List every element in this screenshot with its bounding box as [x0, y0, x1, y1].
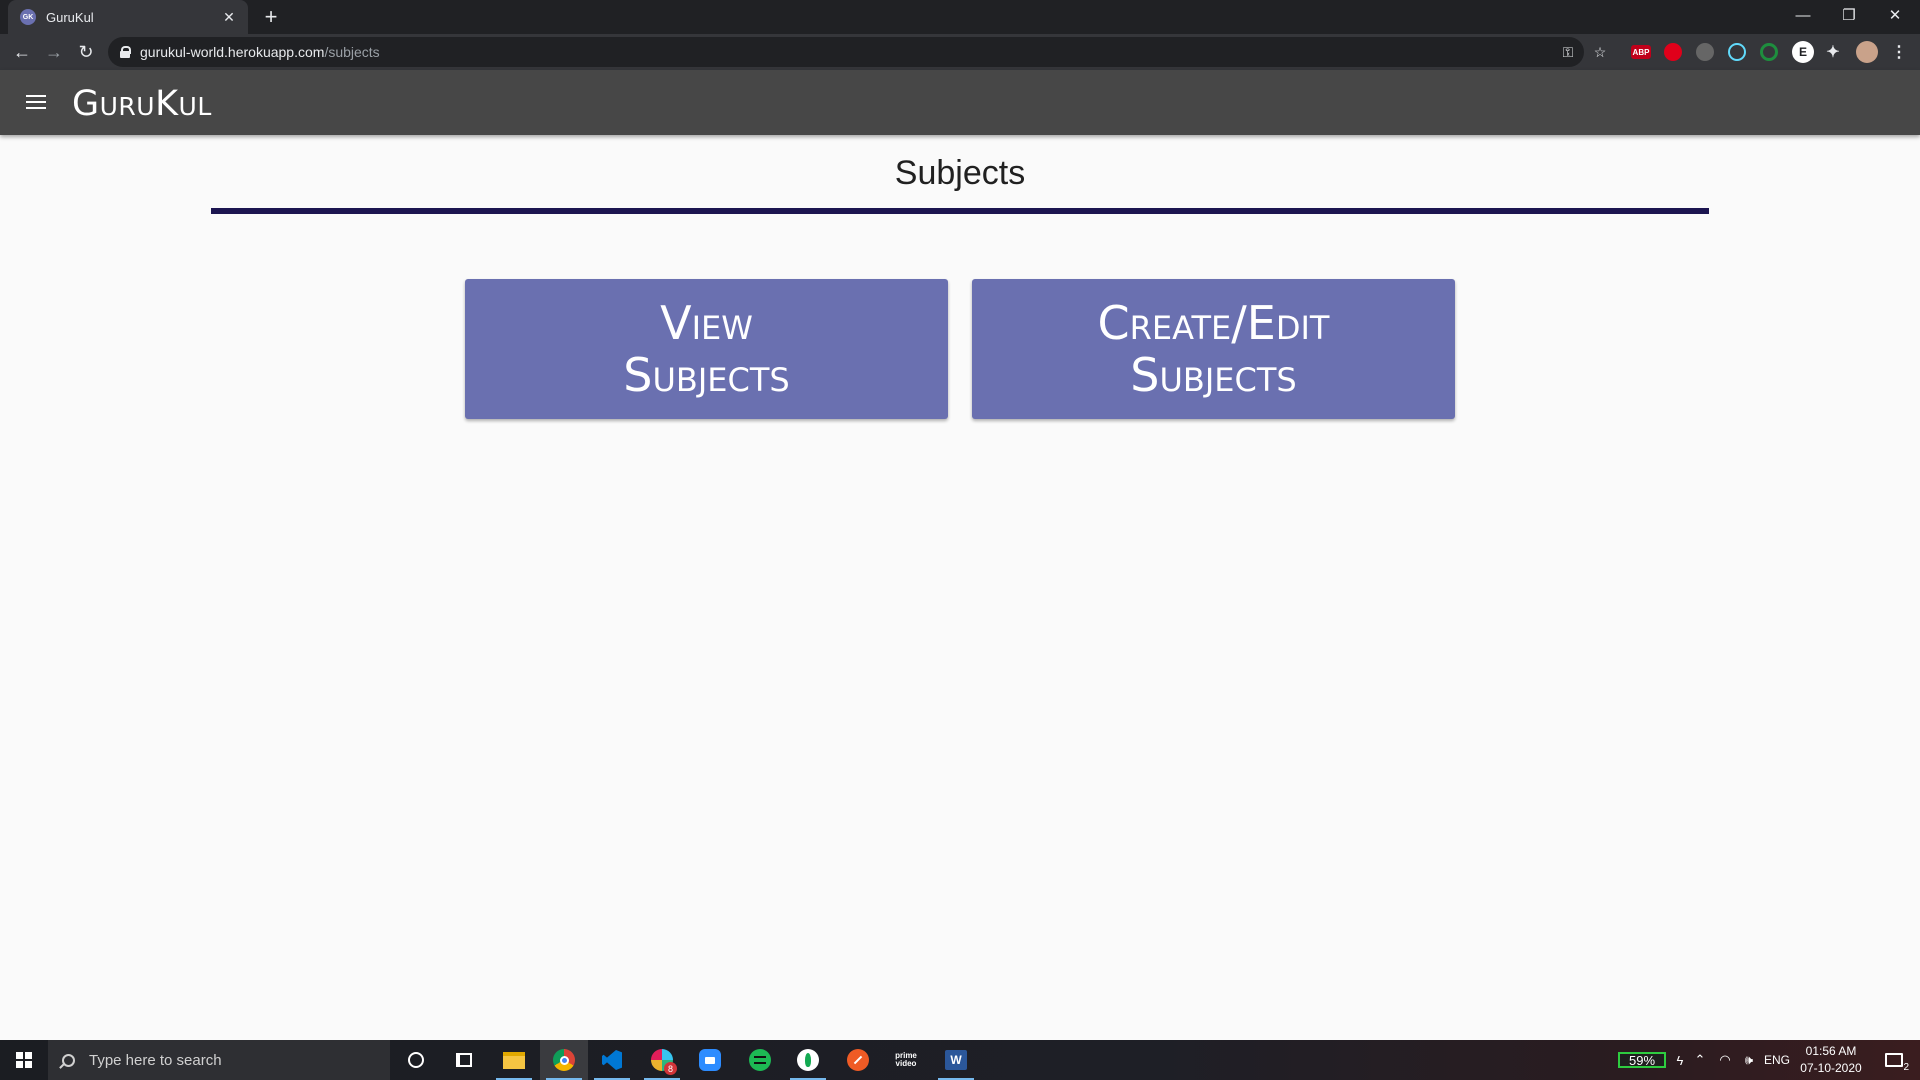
notification-center-icon[interactable]: 2	[1874, 1040, 1914, 1080]
app-bar: GuruKul	[0, 70, 1920, 135]
url-path: /subjects	[324, 44, 380, 60]
task-view-icon[interactable]	[440, 1040, 488, 1080]
bookmark-star-icon[interactable]: ☆	[1592, 44, 1608, 60]
brand-logo[interactable]: GuruKul	[72, 84, 212, 124]
page-title: Subjects	[894, 154, 1026, 192]
new-tab-icon[interactable]: +	[258, 4, 284, 30]
view-subjects-label-line1: View	[660, 296, 753, 350]
reload-icon[interactable]: ↻	[72, 38, 100, 66]
lock-icon[interactable]	[120, 46, 131, 58]
profile-avatar[interactable]	[1856, 41, 1878, 63]
adblock-plus-icon[interactable]: ABP	[1631, 45, 1651, 59]
hamburger-menu-icon[interactable]	[26, 95, 46, 109]
volume-icon[interactable]: 🕪	[1738, 1040, 1760, 1080]
forward-icon[interactable]: →	[40, 38, 68, 66]
search-icon	[62, 1053, 75, 1067]
postman-icon[interactable]	[834, 1040, 882, 1080]
back-icon[interactable]: ←	[8, 38, 36, 66]
prime-video-icon[interactable]: prime video	[882, 1040, 930, 1080]
cortana-icon[interactable]	[392, 1040, 440, 1080]
gray-extension-icon[interactable]	[1696, 43, 1714, 61]
create-edit-subjects-label-line1: Create/Edit	[1097, 296, 1330, 350]
clock-date: 07-10-2020	[1800, 1061, 1862, 1075]
vscode-icon[interactable]	[588, 1040, 636, 1080]
close-tab-icon[interactable]: ✕	[220, 8, 238, 26]
title-divider	[211, 208, 1709, 214]
word-icon[interactable]: W	[932, 1040, 980, 1080]
slack-icon[interactable]: 8	[638, 1040, 686, 1080]
red-extension-icon[interactable]	[1664, 43, 1682, 61]
notification-count: 2	[1903, 1062, 1909, 1073]
restore-icon[interactable]: ❐	[1826, 0, 1872, 30]
e-extension-icon[interactable]: E	[1792, 41, 1814, 63]
url-host: gurukul-world.herokuapp.com	[140, 44, 325, 60]
language-indicator[interactable]: ENG	[1762, 1040, 1792, 1080]
slack-badge: 8	[664, 1062, 677, 1075]
react-devtools-icon[interactable]	[1728, 43, 1746, 61]
chrome-menu-icon[interactable]: ⋮	[1890, 43, 1908, 61]
start-button[interactable]	[0, 1040, 48, 1080]
tab-title: GuruKul	[46, 9, 94, 25]
charging-icon: ϟ	[1676, 1052, 1684, 1068]
view-subjects-button[interactable]: View Subjects	[465, 279, 948, 419]
file-explorer-icon[interactable]	[490, 1040, 538, 1080]
search-placeholder: Type here to search	[89, 1051, 222, 1069]
browser-tab-strip: GK GuruKul ✕ + — ❐ ✕	[0, 0, 1920, 34]
gurukul-favicon-icon: GK	[20, 9, 36, 25]
address-bar[interactable]: gurukul-world.herokuapp.com/subjects ⚿ ☆	[108, 37, 1606, 67]
taskbar-search-box[interactable]: Type here to search	[48, 1040, 390, 1080]
zoom-icon[interactable]	[686, 1040, 734, 1080]
extensions-puzzle-icon[interactable]: ✦	[1824, 43, 1842, 61]
windows-taskbar: Type here to search 8 prime video W 59% …	[0, 1040, 1920, 1080]
view-subjects-label-line2: Subjects	[623, 348, 790, 402]
wifi-icon[interactable]: ◠	[1714, 1040, 1736, 1080]
chrome-icon[interactable]	[540, 1040, 588, 1080]
spotify-icon[interactable]	[736, 1040, 784, 1080]
green-extension-icon[interactable]	[1760, 43, 1778, 61]
browser-tab[interactable]: GK GuruKul ✕	[8, 0, 248, 34]
create-edit-subjects-label-line2: Subjects	[1130, 348, 1297, 402]
show-hidden-icons-chevron-icon[interactable]: ⌃	[1690, 1040, 1710, 1080]
battery-indicator[interactable]: 59%	[1618, 1052, 1666, 1068]
windows-logo-icon	[16, 1052, 32, 1068]
mongodb-icon[interactable]	[784, 1040, 832, 1080]
create-edit-subjects-button[interactable]: Create/Edit Subjects	[972, 279, 1455, 419]
taskbar-clock[interactable]: 01:56 AM 07-10-2020	[1794, 1043, 1868, 1077]
minimize-icon[interactable]: —	[1780, 0, 1826, 30]
close-window-icon[interactable]: ✕	[1872, 0, 1918, 30]
key-icon[interactable]: ⚿	[1560, 44, 1576, 60]
video-label: video	[895, 1059, 917, 1068]
clock-time: 01:56 AM	[1805, 1044, 1857, 1058]
